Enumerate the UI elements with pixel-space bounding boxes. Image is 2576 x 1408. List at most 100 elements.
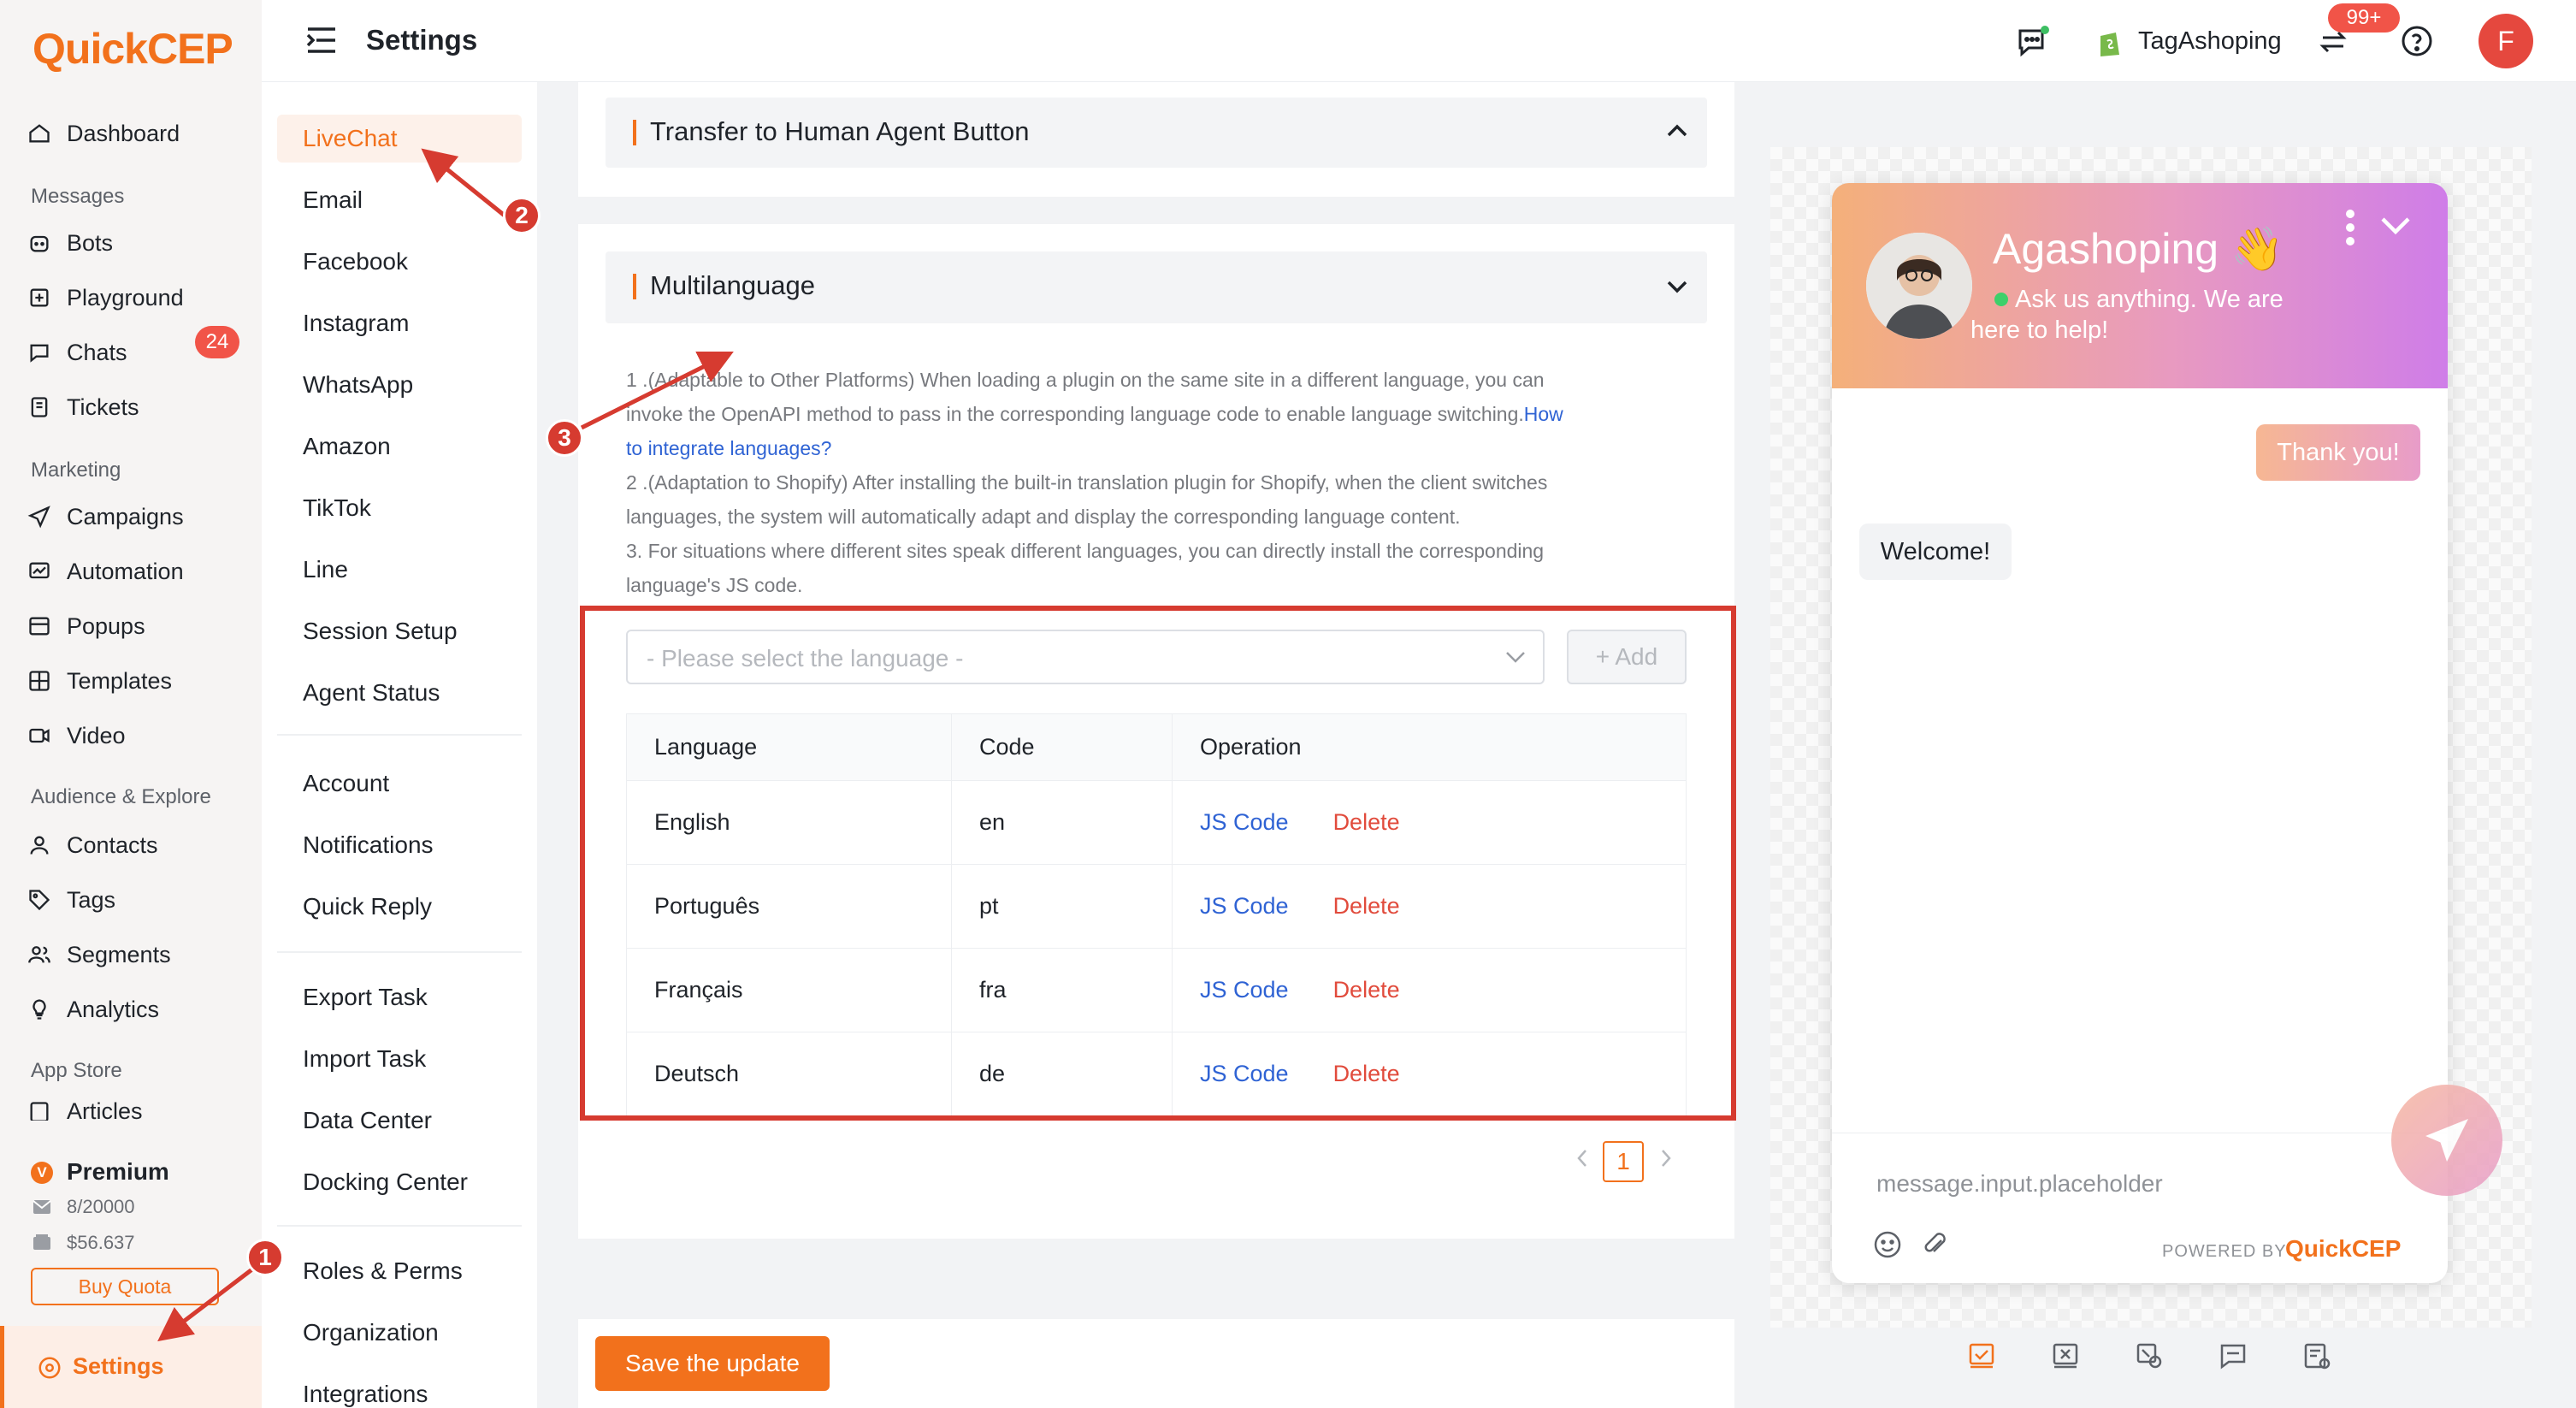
- subnav-email[interactable]: Email: [277, 176, 522, 224]
- nav-articles[interactable]: Articles: [26, 1098, 248, 1121]
- nav-tags[interactable]: Tags: [26, 878, 248, 922]
- shop-switcher[interactable]: TagAshoping: [2138, 27, 2282, 56]
- page-number-button[interactable]: 1: [1603, 1141, 1644, 1182]
- subnav-export-task[interactable]: Export Task: [277, 973, 522, 1021]
- subnav-roles[interactable]: Roles & Perms: [277, 1247, 522, 1295]
- transfer-accordion-header[interactable]: Transfer to Human Agent Button: [606, 98, 1707, 168]
- notification-badge: 99+: [2328, 3, 2400, 33]
- subnav-line[interactable]: Line: [277, 546, 522, 594]
- nav-automation[interactable]: Automation: [26, 549, 248, 594]
- minimize-chevron-icon[interactable]: [2379, 216, 2412, 236]
- subnav-import-task[interactable]: Import Task: [277, 1035, 522, 1083]
- shopify-icon: [2097, 27, 2123, 56]
- multilanguage-accordion-header[interactable]: Multilanguage: [606, 251, 1707, 323]
- nav-tickets[interactable]: Tickets: [26, 385, 248, 429]
- language-select[interactable]: - Please select the language -: [626, 630, 1545, 684]
- subnav-notifications[interactable]: Notifications: [277, 821, 522, 869]
- preview-close-icon[interactable]: [2051, 1341, 2080, 1370]
- delete-link[interactable]: Delete: [1333, 893, 1400, 919]
- preview-edit-icon[interactable]: [2135, 1341, 2164, 1370]
- attachment-icon[interactable]: [1921, 1230, 1950, 1259]
- delete-link[interactable]: Delete: [1333, 809, 1400, 835]
- subnav-divider: [277, 1225, 522, 1227]
- mail-icon: [32, 1199, 51, 1215]
- send-button[interactable]: [2391, 1085, 2502, 1196]
- preview-chat-icon[interactable]: [2219, 1341, 2248, 1370]
- menu-collapse-icon[interactable]: [304, 26, 339, 55]
- integrate-languages-link[interactable]: How: [1524, 403, 1563, 425]
- nav-settings[interactable]: Settings: [0, 1326, 262, 1408]
- nav-contacts[interactable]: Contacts: [26, 823, 248, 867]
- integrate-languages-link-cont[interactable]: to integrate languages?: [626, 431, 1704, 465]
- prev-page-icon[interactable]: [1575, 1148, 1589, 1168]
- automation-icon: [26, 558, 53, 585]
- subnav-livechat[interactable]: LiveChat: [277, 115, 522, 163]
- js-code-link[interactable]: JS Code: [1200, 809, 1289, 835]
- nav-playground[interactable]: Playground: [26, 275, 248, 320]
- balance: $56.637: [67, 1232, 135, 1253]
- delete-link[interactable]: Delete: [1333, 1061, 1400, 1086]
- add-language-button[interactable]: + Add: [1567, 630, 1687, 684]
- subnav-organization[interactable]: Organization: [277, 1309, 522, 1357]
- transfer-card: Transfer to Human Agent Button: [578, 82, 1734, 197]
- lightbulb-icon: [26, 996, 53, 1023]
- annotation-2: 2: [503, 197, 541, 234]
- col-language: Language: [626, 713, 952, 781]
- buy-quota-button[interactable]: Buy Quota: [31, 1268, 219, 1305]
- section-messages: Messages: [31, 185, 125, 208]
- chat-status-icon[interactable]: [2017, 26, 2051, 58]
- subnav-integrations[interactable]: Integrations: [277, 1370, 522, 1408]
- js-code-link[interactable]: JS Code: [1200, 893, 1289, 919]
- more-vertical-icon[interactable]: [2345, 209, 2355, 246]
- chats-count-badge: 24: [195, 326, 239, 358]
- chat-icon: [26, 339, 53, 366]
- js-code-link[interactable]: JS Code: [1200, 1061, 1289, 1086]
- powered-by-logo: QuickCEP: [2285, 1235, 2402, 1262]
- template-icon: [26, 667, 53, 695]
- nav-segments[interactable]: Segments: [26, 932, 248, 977]
- subnav-docking-center[interactable]: Docking Center: [277, 1158, 522, 1206]
- nav-campaigns[interactable]: Campaigns: [26, 494, 248, 539]
- subnav-data-center[interactable]: Data Center: [277, 1097, 522, 1145]
- ticket-icon: [26, 393, 53, 421]
- nav-popups[interactable]: Popups: [26, 604, 248, 648]
- subnav-session-setup[interactable]: Session Setup: [277, 607, 522, 655]
- bot-icon: [26, 229, 53, 257]
- nav-dashboard[interactable]: Dashboard: [26, 111, 248, 156]
- tag-icon: [26, 886, 53, 914]
- subnav-tiktok[interactable]: TikTok: [277, 484, 522, 532]
- widget-agent-name: Agashoping 👋: [1993, 225, 2284, 273]
- annotation-3: 3: [546, 419, 583, 457]
- nav-video[interactable]: Video: [26, 713, 248, 758]
- chevron-down-icon: [1505, 650, 1526, 664]
- page-title: Settings: [366, 24, 478, 56]
- delete-link[interactable]: Delete: [1333, 977, 1400, 1003]
- emoji-icon[interactable]: [1873, 1230, 1902, 1259]
- js-code-link[interactable]: JS Code: [1200, 977, 1289, 1003]
- language-select-placeholder: - Please select the language -: [647, 645, 964, 671]
- subnav-whatsapp[interactable]: WhatsApp: [277, 361, 522, 409]
- nav-analytics[interactable]: Analytics: [26, 987, 248, 1032]
- message-input[interactable]: message.input.placeholder: [1876, 1170, 2163, 1198]
- nav-bots[interactable]: Bots: [26, 221, 248, 265]
- subnav-quick-reply[interactable]: Quick Reply: [277, 883, 522, 931]
- subnav-instagram[interactable]: Instagram: [277, 299, 522, 347]
- save-update-button[interactable]: Save the update: [595, 1336, 830, 1391]
- settings-subnav: LiveChat Email Facebook Instagram WhatsA…: [262, 82, 537, 1408]
- preview-mobile-icon[interactable]: [1967, 1341, 1996, 1370]
- nav-templates[interactable]: Templates: [26, 659, 248, 703]
- popup-icon: [26, 612, 53, 640]
- next-page-icon[interactable]: [1659, 1148, 1673, 1168]
- agent-avatar: [1866, 233, 1972, 339]
- quickcep-logo[interactable]: QuickCEP: [32, 24, 233, 74]
- subnav-account[interactable]: Account: [277, 760, 522, 808]
- preview-form-icon[interactable]: [2302, 1341, 2331, 1370]
- transfer-title: Transfer to Human Agent Button: [650, 116, 1030, 146]
- table-row: Deutsch de JS Code Delete: [626, 1032, 1687, 1116]
- subnav-agent-status[interactable]: Agent Status: [277, 669, 522, 717]
- multilanguage-card: Multilanguage 1 .(Adaptable to Other Pla…: [578, 224, 1734, 1239]
- subnav-amazon[interactable]: Amazon: [277, 423, 522, 470]
- help-icon[interactable]: [2400, 24, 2434, 58]
- user-avatar[interactable]: F: [2479, 14, 2533, 68]
- subnav-facebook[interactable]: Facebook: [277, 238, 522, 286]
